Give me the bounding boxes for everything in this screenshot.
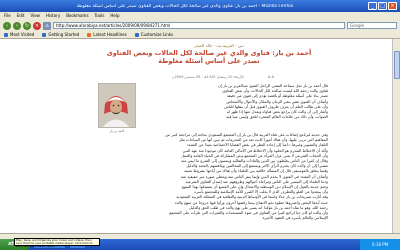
url-input[interactable]: http://www.alarabiya.net/articles/2009/0…: [53, 22, 345, 29]
bookmark-latest-headlines[interactable]: Latest Headlines: [87, 32, 127, 37]
back-button[interactable]: ‹: [3, 21, 11, 30]
author-photo: [98, 83, 136, 128]
font-size-controls[interactable]: A A: [268, 75, 274, 79]
menu-history[interactable]: History: [46, 13, 60, 19]
menu-help[interactable]: Help: [110, 13, 119, 19]
article: دبي - العربية.نت - خالد الحيدر أحمد بن ب…: [68, 39, 330, 233]
article-headline: أحمد بن باز: فتاوى والدي غير صالحة لكل ا…: [106, 49, 312, 65]
menu-view[interactable]: View: [30, 13, 40, 19]
bookmark-label: Getting Started: [48, 32, 80, 37]
maximize-button[interactable]: □: [378, 2, 387, 10]
window-title: أحمد بن باز: فتاوى والدي غير صالحة لكل ا…: [76, 3, 294, 9]
bookmarks-toolbar: Most Visited Getting Started Latest Head…: [0, 31, 400, 39]
menu-bar: File Edit View History Bookmarks Tools H…: [0, 12, 400, 20]
body-line: الصواب، وأن ذلك من علامات العالم المتجرد…: [226, 114, 328, 120]
system-tray-clock: 6:18 PM: [360, 239, 400, 250]
bookmark-getting-started[interactable]: Getting Started: [42, 32, 79, 37]
menu-file[interactable]: File: [4, 13, 11, 19]
scrollbar-thumb[interactable]: [394, 51, 400, 79]
stop-button[interactable]: ×: [33, 21, 41, 30]
forward-button[interactable]: ›: [13, 21, 21, 30]
page-icon: [42, 32, 47, 37]
page-content: دبي - العربية.نت - خالد الحيدر أحمد بن ب…: [0, 39, 400, 233]
bookmark-label: Customize Links: [140, 32, 174, 37]
article-body-top: قال أحمد بن باز نجل سماحة المفتي الراحل …: [138, 83, 328, 119]
menu-edit[interactable]: Edit: [17, 13, 25, 19]
reload-button[interactable]: ↻: [23, 21, 31, 30]
menu-tools[interactable]: Tools: [95, 13, 105, 19]
tooltip: Play, Save, and Organize your music and …: [14, 238, 100, 248]
article-byline: دبي - العربية.نت - خالد الحيدر: [194, 43, 244, 48]
close-button[interactable]: ×: [388, 2, 397, 10]
bookmark-label: Most Visited: [10, 32, 35, 37]
bookmark-most-visited[interactable]: Most Visited: [4, 32, 34, 37]
star-icon: [4, 32, 8, 37]
body-line: الإسلامي والعالم بأسره في العقود الأخيرة: [262, 215, 329, 221]
minimize-button[interactable]: _: [368, 2, 377, 10]
search-input[interactable]: Google: [347, 22, 397, 29]
bookmark-customize-links[interactable]: Customize Links: [134, 32, 174, 37]
article-body: وفي حديثه لبرنامج إضاءات على قناة العربي…: [78, 132, 328, 220]
article-dateline: الأربعاء 20 رمضان 1430هـ - 09 سبتمبر 200…: [172, 75, 244, 79]
menu-bookmarks[interactable]: Bookmarks: [66, 13, 88, 19]
rss-icon: [87, 32, 92, 37]
navigation-toolbar: ‹ › ↻ × ⌂ http://www.alarabiya.net/artic…: [0, 20, 400, 31]
vertical-scrollbar[interactable]: [392, 39, 400, 233]
page-icon: [134, 32, 139, 37]
bookmark-label: Latest Headlines: [93, 32, 127, 37]
home-button[interactable]: ⌂: [43, 21, 51, 30]
window-titlebar: أحمد بن باز: فتاوى والدي غير صالحة لكل ا…: [0, 0, 400, 12]
